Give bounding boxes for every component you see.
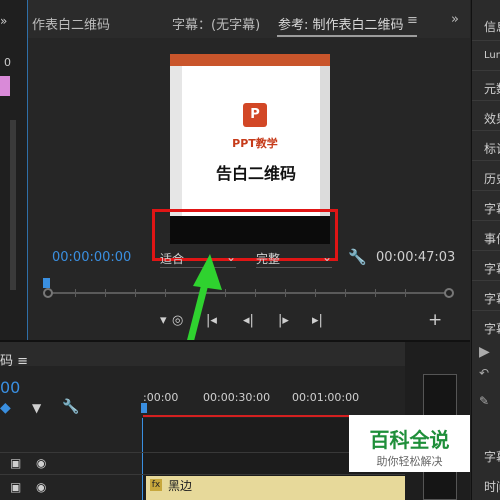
video-scrollbar: [320, 66, 330, 216]
video-title: 告白二维码: [215, 164, 296, 183]
divider: [472, 70, 500, 71]
sequence-name: 码: [0, 354, 14, 369]
scrub-tick: [345, 289, 346, 297]
pen-tool-icon[interactable]: ✎: [479, 394, 489, 408]
right-panel-item[interactable]: 字幕: [484, 448, 500, 465]
right-panel-item[interactable]: 标记: [484, 140, 500, 157]
film-track-icon[interactable]: ▣: [10, 480, 21, 494]
scrub-tick: [135, 289, 136, 297]
divider: [472, 100, 500, 101]
right-panel-item[interactable]: 信息: [484, 18, 500, 35]
divider: [472, 190, 500, 191]
tab-sequence[interactable]: 作表白二维码: [32, 14, 110, 33]
right-panel-item[interactable]: Lum: [484, 50, 500, 61]
right-panel-item[interactable]: 字幕: [484, 290, 500, 307]
playhead-timecode[interactable]: 00:00:00:00: [52, 250, 131, 265]
right-panel-item[interactable]: 历史: [484, 170, 500, 187]
quality-dropdown-label: 完整: [256, 252, 281, 266]
watermark-title: 百科全说: [369, 428, 450, 452]
out-point-handle[interactable]: [444, 288, 454, 298]
scrub-tick: [75, 289, 76, 297]
video-ppt-ribbon: [170, 54, 330, 66]
duration-timecode: 00:00:47:03: [376, 250, 456, 265]
ppt-label: PPT教学: [232, 137, 278, 150]
scrub-tick: [375, 289, 376, 297]
step-forward-icon[interactable]: |▸: [278, 313, 289, 328]
divider: [472, 220, 500, 221]
right-panel-item[interactable]: 字幕: [484, 260, 500, 277]
scrub-tick: [105, 289, 106, 297]
active-tab-underline: [277, 35, 417, 37]
collapse-icon[interactable]: »: [0, 14, 7, 28]
eye-icon[interactable]: ◉: [36, 456, 46, 470]
track-select-icon[interactable]: ↶: [479, 366, 489, 380]
scrub-tick: [285, 289, 286, 297]
timeline-playhead[interactable]: [141, 403, 147, 413]
scrub-tick: [405, 289, 406, 297]
timeline-menu-icon[interactable]: ≡: [17, 354, 28, 369]
clip-label: 黑边: [168, 479, 193, 493]
step-back-icon[interactable]: ◂|: [243, 313, 254, 328]
scrub-tick: [255, 289, 256, 297]
divider: [472, 130, 500, 131]
scrub-bar[interactable]: [46, 292, 451, 294]
video-slide-pane: [170, 66, 182, 216]
track-divider: [0, 474, 470, 475]
tab-subtitles[interactable]: 字幕：(无字幕): [172, 14, 260, 33]
divider: [472, 280, 500, 281]
label-color-swatch: [0, 76, 10, 96]
right-panel-item[interactable]: 字幕: [484, 320, 500, 337]
sequence-name-tab[interactable]: 码 ≡: [0, 350, 28, 369]
tab-overflow-icon[interactable]: »: [451, 12, 459, 27]
wrench-icon[interactable]: 🔧: [348, 248, 367, 266]
playhead-marker[interactable]: [43, 278, 50, 288]
quality-dropdown[interactable]: 完整 ⌄: [256, 250, 332, 268]
divider: [472, 310, 500, 311]
add-button-icon[interactable]: +: [428, 310, 442, 330]
eye-icon[interactable]: ◉: [36, 480, 46, 494]
right-panel-item[interactable]: 效果: [484, 110, 500, 127]
left-strip-value: 0: [4, 56, 11, 69]
in-point-handle[interactable]: [43, 288, 53, 298]
timeline-timecode[interactable]: 00: [0, 378, 20, 397]
selection-tool-icon[interactable]: ▶: [479, 344, 490, 360]
scrub-tick: [315, 289, 316, 297]
tab-reference[interactable]: 参考: 制作表白二维码: [278, 14, 404, 33]
divider: [472, 160, 500, 161]
project-panel-strip: » 0: [0, 0, 28, 340]
ripple-edit-icon[interactable]: ◆: [0, 400, 11, 416]
divider: [472, 250, 500, 251]
film-track-icon[interactable]: ▣: [10, 456, 21, 470]
right-panel-item[interactable]: 元数: [484, 80, 500, 97]
settings-wrench-icon[interactable]: 🔧: [62, 399, 79, 415]
right-panel-item[interactable]: 字幕: [484, 200, 500, 217]
ruler-time-label: 00:01:00:00: [292, 391, 360, 404]
right-panel-item[interactable]: 时间: [484, 478, 500, 495]
arrow-head: [193, 254, 222, 290]
go-to-out-icon[interactable]: ▸|: [312, 313, 323, 328]
watermark-subtitle: 助你轻松解决: [376, 455, 443, 468]
marker-icon[interactable]: ▼: [32, 401, 41, 415]
timeline-header: [0, 342, 470, 366]
right-panel-item[interactable]: 事件: [484, 230, 500, 247]
fx-badge: fx: [150, 479, 162, 491]
scrollbar[interactable]: [10, 120, 16, 290]
chevron-down-icon: ⌄: [321, 250, 332, 264]
tab-menu-icon[interactable]: ≡: [407, 13, 418, 28]
divider: [472, 40, 500, 41]
ruler-time-label: 00:00:30:00: [203, 391, 271, 404]
ruler-time-label: :00:00: [143, 391, 179, 404]
ppt-logo-icon: P: [243, 103, 267, 127]
